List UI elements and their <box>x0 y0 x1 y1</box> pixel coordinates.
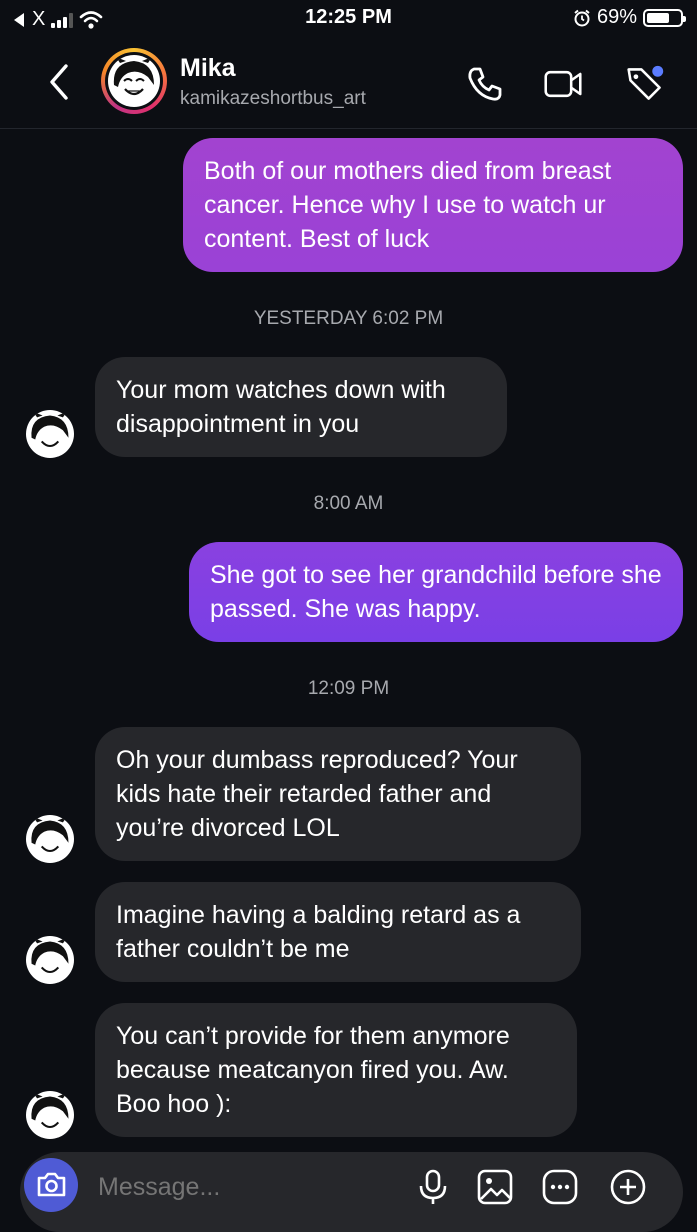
sticker-icon[interactable] <box>540 1166 580 1206</box>
status-bar: X 12:25 PM 69% <box>0 0 697 36</box>
video-call-icon[interactable] <box>543 64 583 104</box>
contact-handle[interactable]: kamikazeshortbus_art <box>180 88 366 110</box>
phone-icon[interactable] <box>465 64 505 104</box>
avatar-drawing <box>31 816 69 853</box>
back-arrow-icon[interactable] <box>44 60 74 104</box>
contact-name[interactable]: Mika <box>180 54 236 83</box>
message-text: Oh your dumbass reproduced? Your kids ha… <box>116 746 518 842</box>
timestamp: 8:00 AM <box>313 493 384 514</box>
message-in-3[interactable]: Imagine having a balding retard as a fat… <box>95 882 581 982</box>
gallery-icon[interactable] <box>475 1166 515 1206</box>
camera-button[interactable] <box>24 1158 78 1212</box>
sender-avatar[interactable] <box>26 936 74 984</box>
message-in-1[interactable]: Your mom watches down with disappointmen… <box>95 357 507 457</box>
avatar-drawing <box>31 411 69 448</box>
add-icon[interactable] <box>608 1166 648 1206</box>
chat-header: Mika kamikazeshortbus_art <box>0 36 697 129</box>
profile-avatar[interactable] <box>101 48 167 114</box>
sender-avatar[interactable] <box>26 1091 74 1139</box>
message-text: Your mom watches down with disappointmen… <box>116 376 446 438</box>
message-input[interactable] <box>96 1172 380 1203</box>
message-in-2[interactable]: Oh your dumbass reproduced? Your kids ha… <box>95 727 581 861</box>
battery-icon <box>643 8 686 27</box>
avatar-drawing <box>31 1092 69 1129</box>
timestamp: YESTERDAY 6:02 PM <box>253 308 444 329</box>
message-in-4[interactable]: You can’t provide for them anymore becau… <box>95 1003 577 1137</box>
avatar-drawing <box>113 57 154 96</box>
message-text: Both of our mothers died from breast can… <box>204 157 612 253</box>
microphone-icon[interactable] <box>413 1166 453 1206</box>
timestamp: 12:09 PM <box>307 678 390 699</box>
avatar-drawing <box>31 937 69 974</box>
sender-avatar[interactable] <box>26 815 74 863</box>
tag-icon[interactable] <box>625 64 665 104</box>
message-text: You can’t provide for them anymore becau… <box>116 1022 510 1118</box>
message-text: She got to see her grandchild before she… <box>210 561 662 623</box>
status-right: 69% <box>573 6 686 29</box>
battery-percent: 69% <box>596 6 637 28</box>
sender-avatar[interactable] <box>26 410 74 458</box>
notification-dot <box>652 65 664 77</box>
message-composer <box>20 1152 683 1232</box>
alarm-icon <box>574 9 590 26</box>
message-text: Imagine having a balding retard as a fat… <box>116 901 521 963</box>
camera-icon <box>37 1172 66 1197</box>
message-out-2[interactable]: She got to see her grandchild before she… <box>189 542 683 642</box>
message-out-1[interactable]: Both of our mothers died from breast can… <box>183 138 683 272</box>
